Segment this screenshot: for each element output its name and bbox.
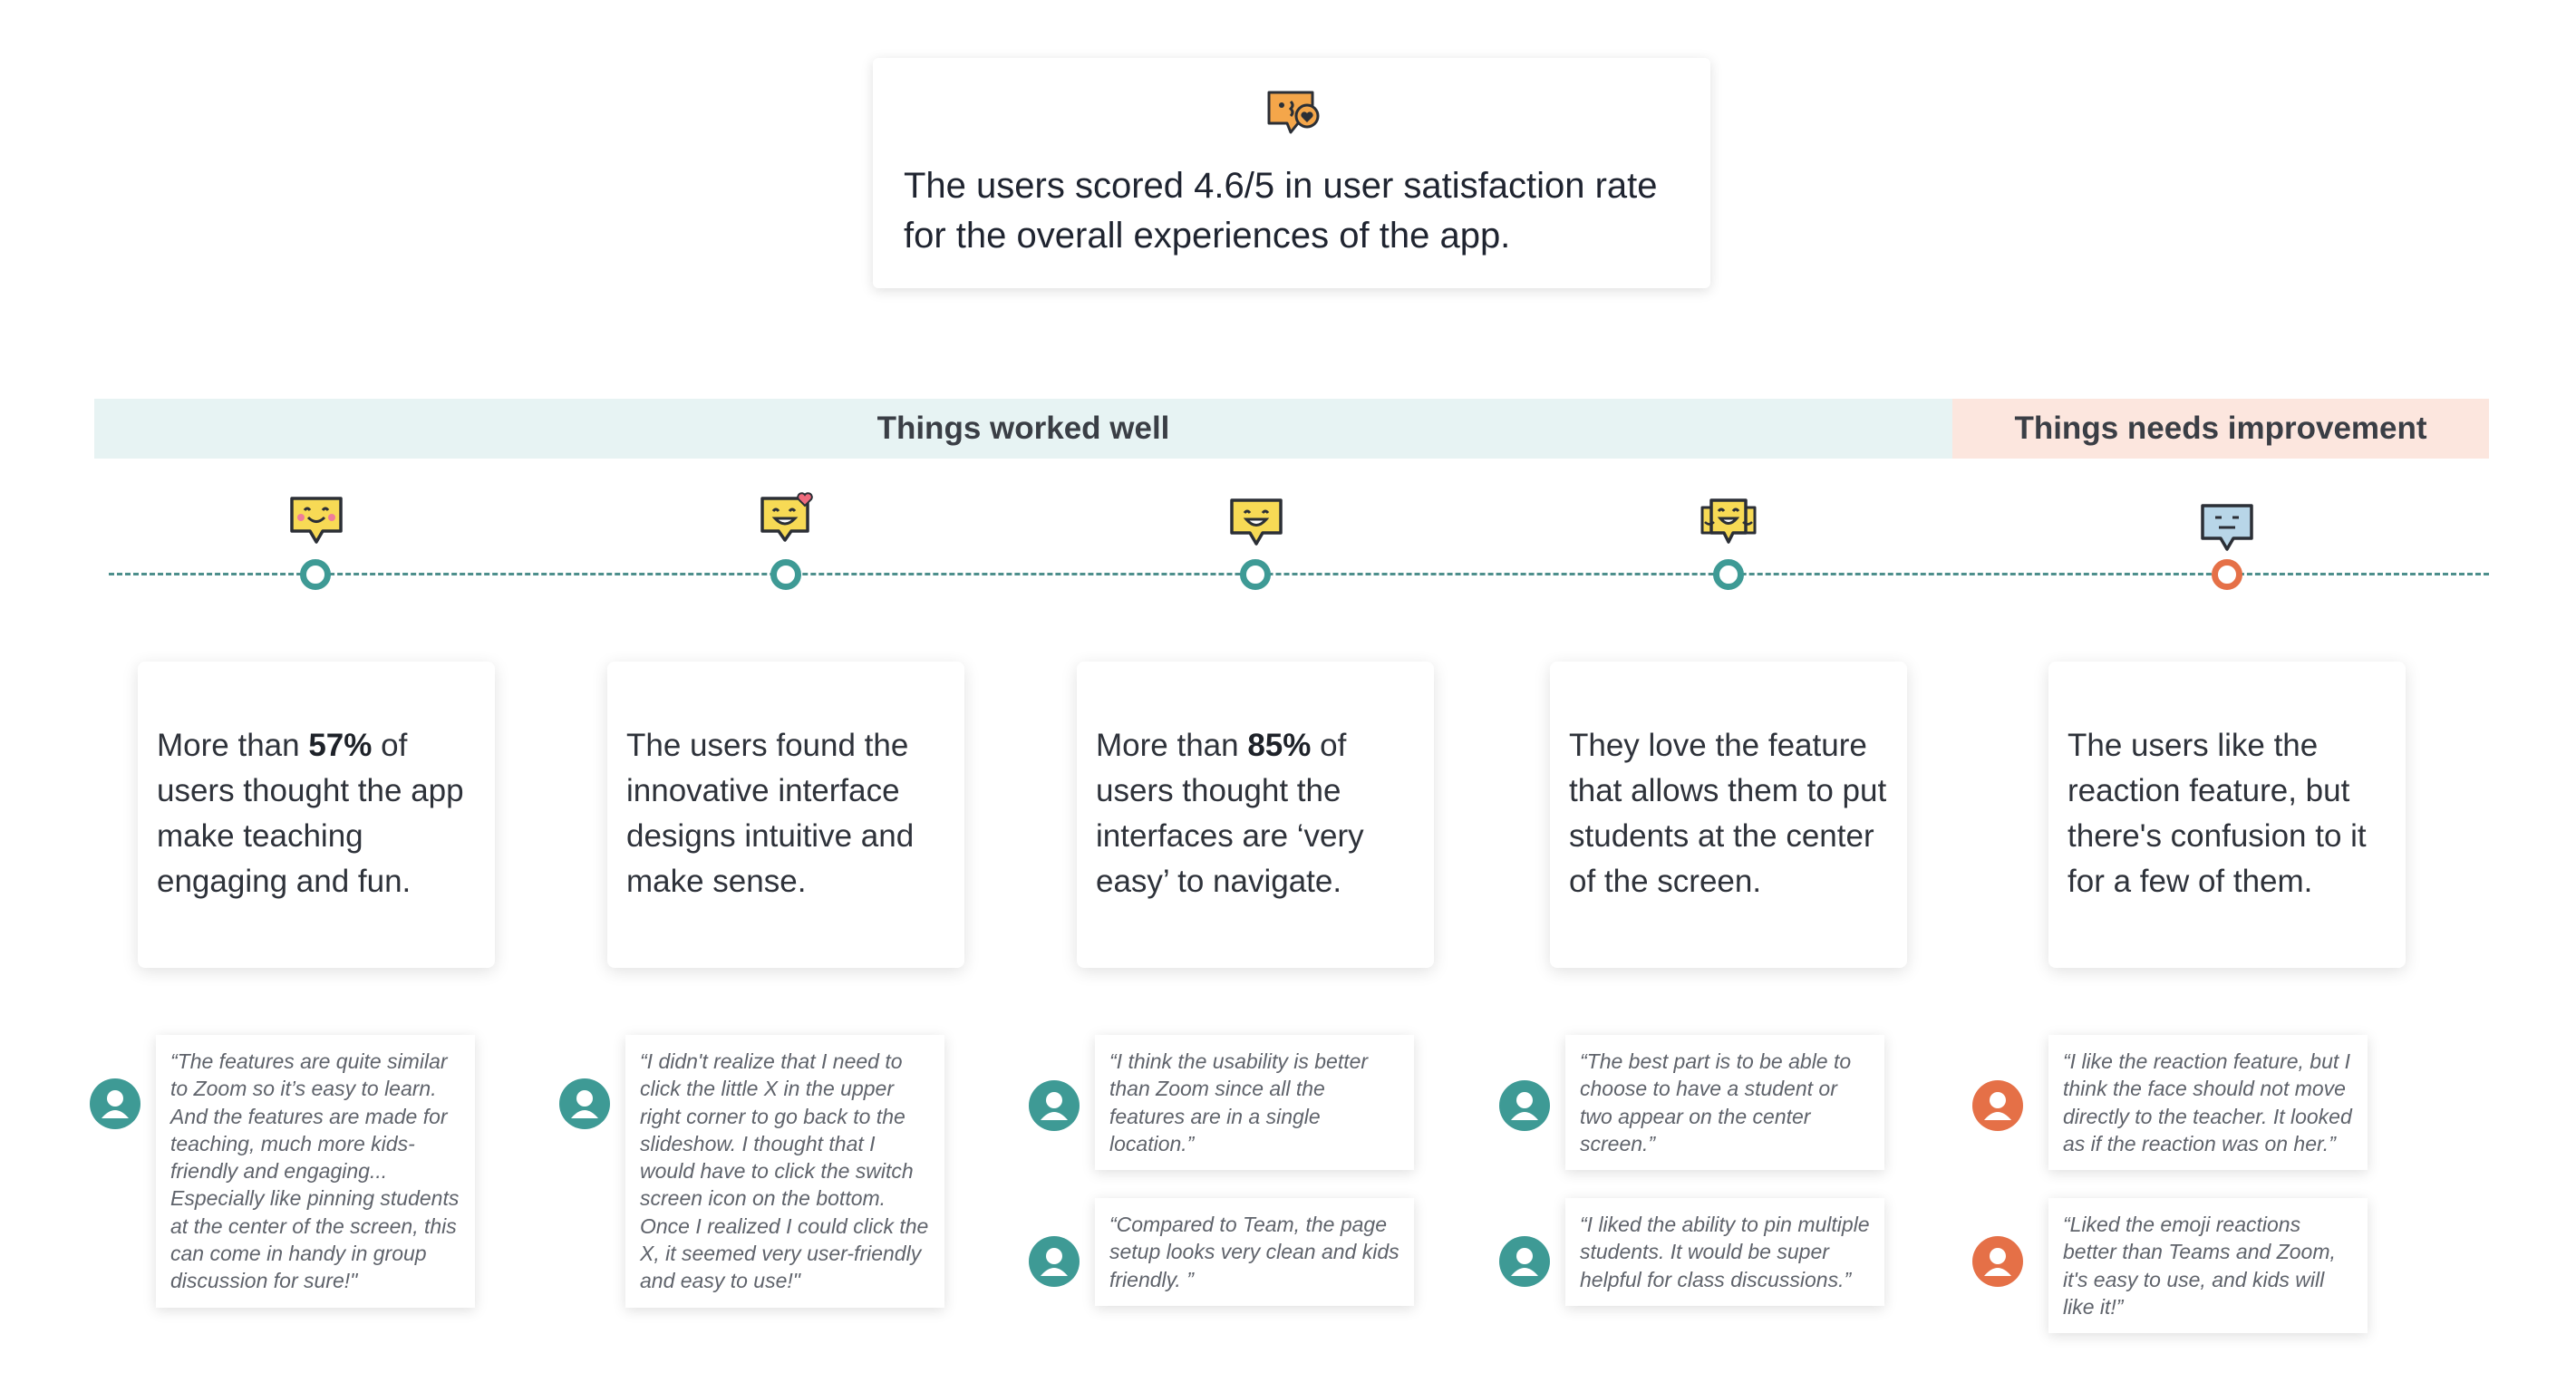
finding-card: They love the feature that allows them t… bbox=[1550, 662, 1907, 968]
quote-card: “Compared to Team, the page setup looks … bbox=[1095, 1198, 1414, 1306]
user-avatar-icon bbox=[559, 1078, 610, 1129]
user-avatar-icon bbox=[1029, 1236, 1080, 1287]
quote-card: “The features are quite similar to Zoom … bbox=[156, 1035, 475, 1308]
neutral-bubble-icon bbox=[2201, 504, 2253, 551]
user-avatar-icon bbox=[90, 1078, 140, 1129]
group-bubble-icon bbox=[1700, 498, 1757, 544]
finding-card: The users like the reaction feature, but… bbox=[2048, 662, 2406, 968]
quote-text: “I like the reaction feature, but I thin… bbox=[2063, 1049, 2352, 1155]
quote-text: “I think the usability is better than Zo… bbox=[1109, 1049, 1369, 1155]
quote-card: “I like the reaction feature, but I thin… bbox=[2048, 1035, 2368, 1171]
summary-card: The users scored 4.6/5 in user satisfact… bbox=[873, 58, 1710, 288]
timeline-line bbox=[109, 573, 2489, 579]
band-worked-well: Things worked well bbox=[94, 399, 1952, 459]
user-avatar-icon bbox=[1029, 1080, 1080, 1131]
summary-text: The users scored 4.6/5 in user satisfact… bbox=[904, 166, 1658, 256]
happy-heart-bubble-icon bbox=[760, 492, 813, 542]
quote-text: “Compared to Team, the page setup looks … bbox=[1109, 1213, 1399, 1291]
finding-card: More than 85% of users thought the inter… bbox=[1077, 662, 1434, 968]
quote-text: “I liked the ability to pin multiple stu… bbox=[1580, 1213, 1870, 1291]
finding-text: The users like the reaction feature, but… bbox=[2068, 728, 2367, 899]
quote-text: “Liked the emoji reactions better than T… bbox=[2063, 1213, 2336, 1319]
speech-bubble-heart-icon bbox=[1267, 91, 1320, 134]
quote-card: “I didn't realize that I need to click t… bbox=[625, 1035, 944, 1308]
timeline-node bbox=[1240, 559, 1271, 590]
user-avatar-icon bbox=[1499, 1080, 1550, 1131]
finding-text: The users found the innovative interface… bbox=[626, 728, 915, 899]
user-avatar-icon bbox=[1972, 1236, 2023, 1287]
timeline-node bbox=[300, 559, 331, 590]
quote-text: “I didn't realize that I need to click t… bbox=[640, 1049, 929, 1293]
user-avatar-icon bbox=[1972, 1080, 2023, 1131]
finding-text: More than 85% of users thought the inter… bbox=[1096, 728, 1364, 899]
quote-text: “The best part is to be able to choose t… bbox=[1580, 1049, 1852, 1155]
happy-blush-bubble-icon bbox=[290, 497, 343, 544]
band-needs-improvement-label: Things needs improvement bbox=[2014, 411, 2427, 446]
finding-card: The users found the innovative interface… bbox=[607, 662, 964, 968]
user-avatar-icon bbox=[1499, 1236, 1550, 1287]
finding-card: More than 57% of users thought the app m… bbox=[138, 662, 495, 968]
finding-text: They love the feature that allows them t… bbox=[1569, 728, 1887, 899]
band-worked-well-label: Things worked well bbox=[876, 411, 1170, 446]
timeline-node bbox=[1713, 559, 1744, 590]
quote-card: “I think the usability is better than Zo… bbox=[1095, 1035, 1414, 1171]
finding-text: More than 57% of users thought the app m… bbox=[157, 728, 464, 899]
quote-card: “The best part is to be able to choose t… bbox=[1565, 1035, 1884, 1171]
quote-text: “The features are quite similar to Zoom … bbox=[170, 1049, 460, 1293]
quote-card: “Liked the emoji reactions better than T… bbox=[2048, 1198, 2368, 1334]
timeline-node bbox=[770, 559, 801, 590]
grin-bubble-icon bbox=[1230, 498, 1283, 546]
timeline-node-improvement bbox=[2212, 559, 2242, 590]
quote-card: “I liked the ability to pin multiple stu… bbox=[1565, 1198, 1884, 1306]
band-needs-improvement: Things needs improvement bbox=[1952, 399, 2489, 459]
